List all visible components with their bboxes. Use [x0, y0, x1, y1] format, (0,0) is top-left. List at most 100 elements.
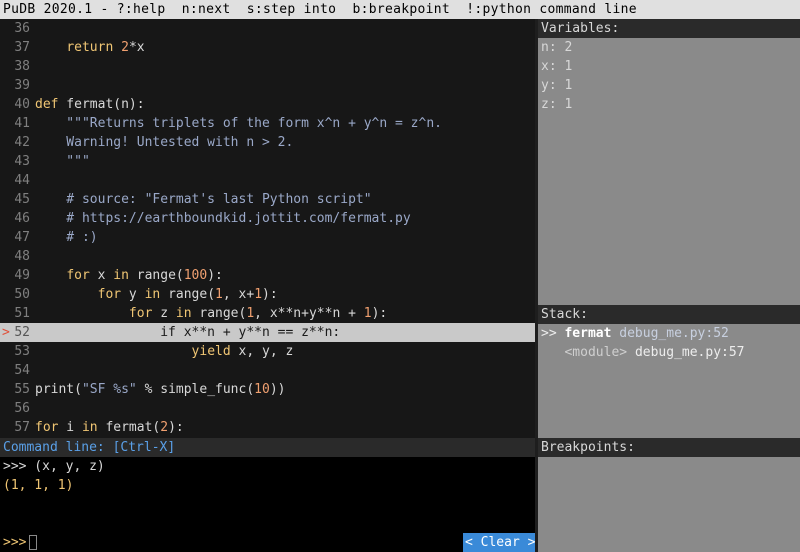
source-line[interactable]: 44	[0, 171, 535, 190]
token-kw: for	[35, 420, 59, 435]
source-line[interactable]: 51 for z in range(1, x**n+y**n + 1):	[0, 304, 535, 323]
source-code-view[interactable]: 36 37 return 2*x 38 39 40 def fermat(n): 41 ""…	[0, 19, 535, 438]
breakpoints-panel[interactable]	[538, 457, 800, 552]
code-text: def fermat(n):	[35, 95, 145, 114]
token: if x**n + y**n == z**n:	[35, 325, 341, 340]
source-line[interactable]: 53 yield x, y, z	[0, 342, 535, 361]
source-line[interactable]: 39	[0, 76, 535, 95]
code-text: """Returns triplets of the form x^n + y^…	[35, 114, 442, 133]
title-bar: PuDB 2020.1 - ?:help n:next s:step into …	[0, 0, 800, 19]
line-number: 51	[14, 306, 30, 321]
token-kw: in	[113, 268, 129, 283]
line-number: 52	[14, 325, 30, 340]
line-number: 45	[14, 192, 30, 207]
source-line[interactable]: 37 return 2*x	[0, 38, 535, 57]
token: , x+	[222, 287, 255, 302]
token: range(	[160, 287, 216, 302]
stack-frame-location: debug_me.py:57	[634, 345, 745, 360]
variable-row[interactable]: y: 1	[538, 76, 800, 95]
token-str: "SF %s"	[81, 382, 137, 397]
line-number: 57	[14, 420, 30, 435]
source-line[interactable]: 43 """	[0, 152, 535, 171]
source-line[interactable]: 56	[0, 399, 535, 418]
line-number: 49	[14, 268, 30, 283]
stack-frame[interactable]: >> fermat debug_me.py:52	[538, 324, 800, 343]
code-text: if x**n + y**n == z**n:	[35, 323, 340, 342]
token: ):	[262, 287, 278, 302]
variables-panel[interactable]: n: 2 x: 1 y: 1 z: 1	[538, 38, 800, 305]
stack-frame[interactable]: <module> debug_me.py:57	[538, 343, 800, 362]
line-number: 36	[14, 21, 30, 36]
stack-panel[interactable]: >> fermat debug_me.py:52 <module> debug_…	[538, 324, 800, 438]
code-text: # :)	[35, 228, 98, 247]
variable-row[interactable]: n: 2	[538, 38, 800, 57]
token: *x	[128, 40, 145, 55]
source-line[interactable]: 54	[0, 361, 535, 380]
token: z	[152, 306, 176, 321]
source-line[interactable]: 47 # :)	[0, 228, 535, 247]
line-number: 37	[14, 40, 30, 55]
line-number: 43	[14, 154, 30, 169]
line-number: 39	[14, 78, 30, 93]
token: ):	[168, 420, 184, 435]
token-kw: in	[144, 287, 161, 302]
source-line[interactable]: 42 Warning! Untested with n > 2.	[0, 133, 535, 152]
token-com: # source: "Fermat's last Python script"	[35, 192, 372, 207]
source-line[interactable]: 45 # source: "Fermat's last Python scrip…	[0, 190, 535, 209]
source-line[interactable]: 41 """Returns triplets of the form x^n +…	[0, 114, 535, 133]
line-number: 48	[14, 249, 30, 264]
token: fermat(n):	[58, 97, 145, 112]
code-text: for i in fermat(2):	[35, 418, 184, 437]
source-line[interactable]: 36	[0, 19, 535, 38]
variable-row[interactable]: x: 1	[538, 57, 800, 76]
stack-frame-location: debug_me.py:52	[619, 326, 729, 341]
source-line[interactable]: 40 def fermat(n):	[0, 95, 535, 114]
token-com: # :)	[35, 230, 98, 245]
token: % simple_func(	[136, 382, 255, 397]
variables-header: Variables:	[538, 19, 800, 38]
line-number: 46	[14, 211, 30, 226]
token-str: """	[35, 154, 90, 169]
source-line[interactable]: 38	[0, 57, 535, 76]
token: ):	[207, 268, 223, 283]
clear-button[interactable]: < Clear >	[463, 533, 535, 552]
token-str: Warning! Untested with n > 2.	[35, 135, 294, 150]
token-num: 1	[363, 306, 372, 321]
stack-frame-function: <module>	[564, 345, 628, 360]
token-kw: for	[97, 287, 122, 302]
token-str: """Returns triplets of the form x^n + y^…	[35, 116, 442, 131]
token: i	[58, 420, 82, 435]
token-com: # https://earthboundkid.jottit.com/ferma…	[35, 211, 411, 226]
current-source-line[interactable]: >52 if x**n + y**n == z**n:	[0, 323, 535, 342]
command-line-header: Command line: [Ctrl-X]	[0, 438, 535, 457]
code-text: return 2*x	[35, 38, 145, 57]
source-line[interactable]: 55 print("SF %s" % simple_func(10))	[0, 380, 535, 399]
line-number: 42	[14, 135, 30, 150]
source-line[interactable]: 48	[0, 247, 535, 266]
code-text: # source: "Fermat's last Python script"	[35, 190, 372, 209]
token: x	[89, 268, 114, 283]
source-line[interactable]: 50 for y in range(1, x+1):	[0, 285, 535, 304]
line-number: 44	[14, 173, 30, 188]
source-line[interactable]: 57 for i in fermat(2):	[0, 418, 535, 437]
token: y	[121, 287, 145, 302]
token-kw: in	[175, 306, 192, 321]
stack-frame-marker	[541, 345, 564, 360]
source-line[interactable]: 46 # https://earthboundkid.jottit.com/fe…	[0, 209, 535, 228]
line-number: 53	[14, 344, 30, 359]
stack-frame-function: fermat	[564, 326, 612, 341]
variable-row[interactable]: z: 1	[538, 95, 800, 114]
command-input-row[interactable]: >>>	[0, 533, 535, 552]
line-number: 40	[14, 97, 30, 112]
source-line[interactable]: 49 for x in range(100):	[0, 266, 535, 285]
token-num: 10	[254, 382, 270, 397]
code-text: """	[35, 152, 90, 171]
command-prompt: >>>	[3, 535, 27, 550]
token-kw: def	[35, 97, 59, 112]
command-input-field[interactable]	[29, 535, 37, 550]
